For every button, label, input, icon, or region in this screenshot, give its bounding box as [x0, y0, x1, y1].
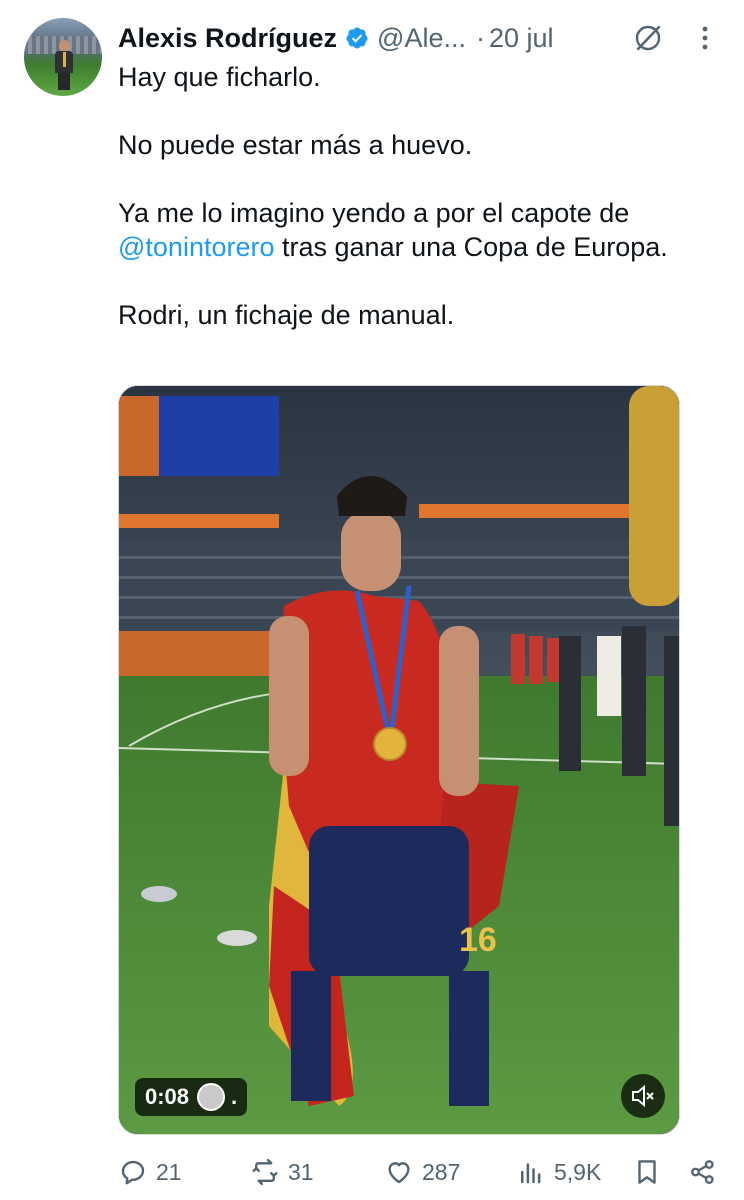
repost-button[interactable]: 31	[250, 1152, 314, 1192]
paragraph-3-text-start: Ya me lo imagino yendo a por el capote d…	[118, 198, 630, 228]
separator-dot: ·	[475, 22, 485, 53]
views-chart-icon	[521, 1163, 541, 1184]
views-button[interactable]: 5,9K	[516, 1152, 601, 1192]
tweet-paragraph-3: Ya me lo imagino yendo a por el capote d…	[118, 196, 718, 264]
svg-text:16: 16	[459, 921, 497, 959]
repost-icon	[252, 1158, 278, 1186]
speaker-muted-icon	[632, 1084, 654, 1108]
grok-icon[interactable]	[632, 22, 664, 54]
uploader-mini-avatar	[197, 1083, 226, 1111]
heart-icon	[388, 1162, 410, 1184]
mute-button[interactable]	[621, 1074, 665, 1118]
reply-count: 21	[156, 1158, 182, 1185]
paragraph-3-text-end: tras ganar una Copa de Europa.	[282, 232, 668, 262]
author-handle[interactable]: @Ale...	[377, 23, 466, 54]
mention-link[interactable]: @tonintorero	[118, 232, 275, 262]
verified-badge-icon	[346, 27, 368, 49]
action-bar: 21 31 287 5,9K	[118, 1152, 728, 1192]
video-duration: 0:08	[145, 1084, 190, 1109]
video-timestamp: 0:08 .	[135, 1078, 248, 1116]
video-frame: 16	[119, 386, 679, 1134]
like-button[interactable]: 287	[384, 1152, 460, 1192]
bookmark-icon	[638, 1160, 656, 1184]
author-name[interactable]: Alexis Rodríguez	[118, 23, 337, 54]
tweet-paragraph-2: No puede estar más a huevo.	[118, 130, 473, 160]
like-count: 287	[422, 1158, 461, 1185]
timestamp-dot: .	[231, 1084, 238, 1109]
tweet-text: Hay que ficharlo. No puede estar más a h…	[118, 60, 718, 332]
more-options-icon[interactable]	[694, 22, 716, 54]
bookmark-button[interactable]	[632, 1152, 670, 1192]
reply-button[interactable]: 21	[118, 1152, 182, 1192]
author-avatar[interactable]	[24, 18, 102, 96]
share-icon	[691, 1160, 714, 1184]
reply-icon	[121, 1160, 145, 1185]
tweet-paragraph-4: Rodri, un fichaje de manual.	[118, 300, 455, 330]
post-date[interactable]: 20 jul	[489, 23, 554, 54]
repost-count: 31	[288, 1158, 314, 1185]
video-player[interactable]: 16 0:08 .	[118, 385, 680, 1135]
share-button[interactable]	[688, 1152, 726, 1192]
views-count: 5,9K	[554, 1158, 602, 1185]
tweet-paragraph-1: Hay que ficharlo.	[118, 62, 321, 92]
